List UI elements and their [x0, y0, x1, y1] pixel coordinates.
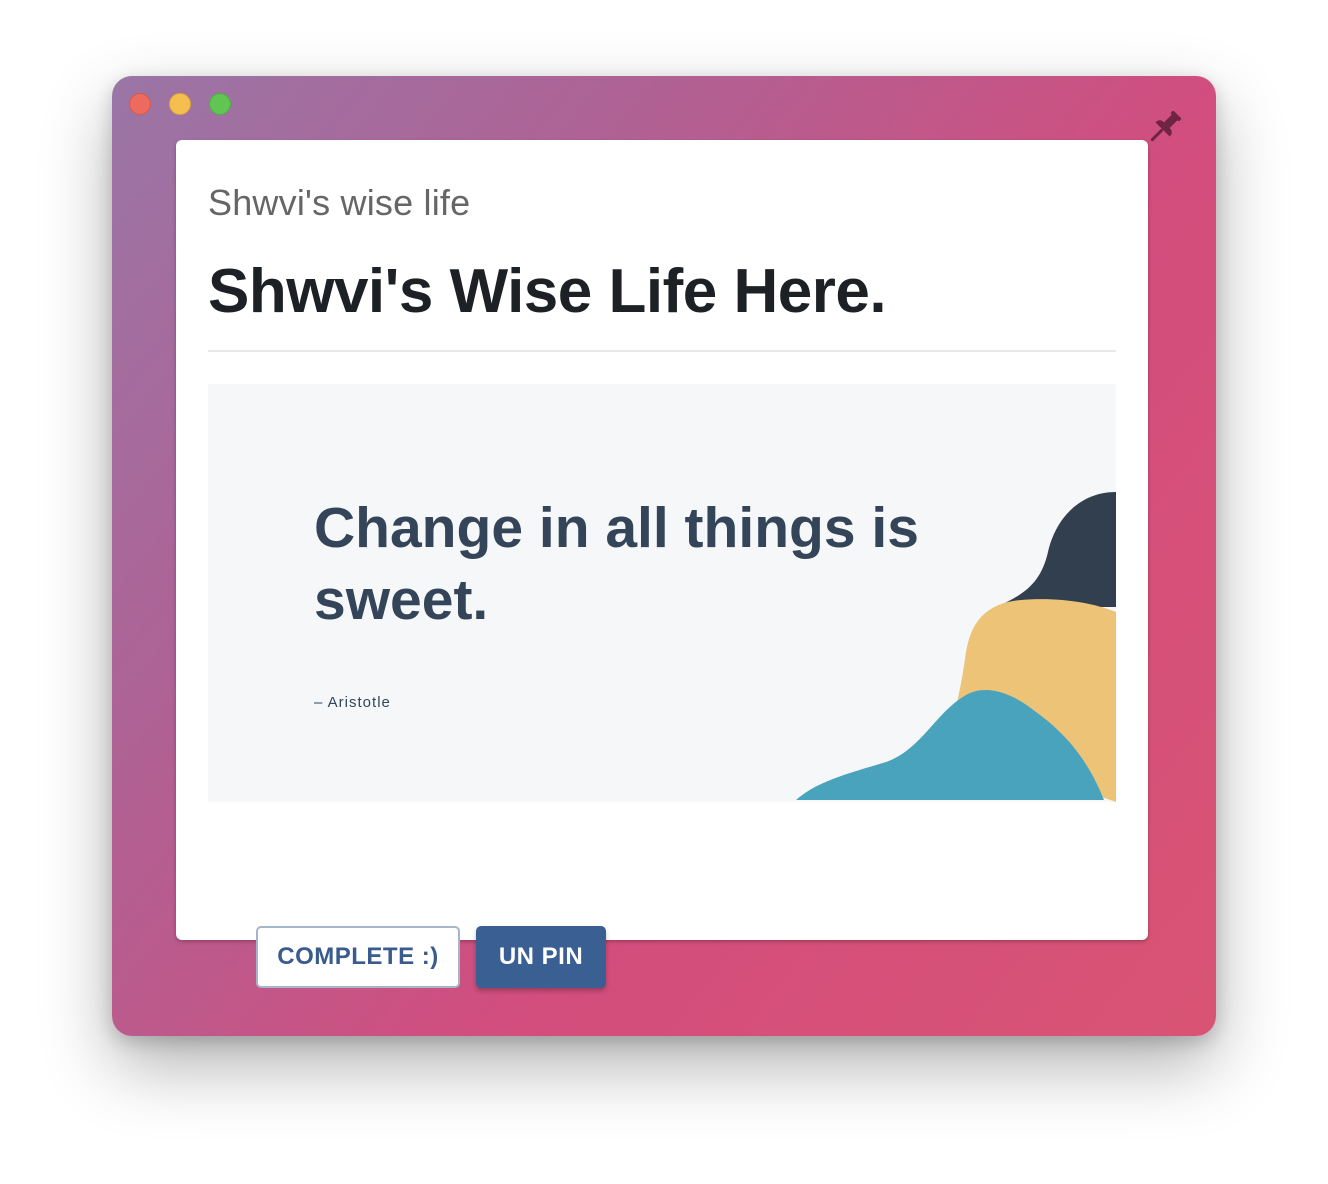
quote-image: Change in all things is sweet. – Aristot… [208, 384, 1116, 802]
pin-icon[interactable] [1142, 106, 1186, 150]
window-minimize-button[interactable] [169, 93, 191, 115]
unpin-button[interactable]: UN PIN [476, 926, 606, 988]
window-close-button[interactable] [129, 93, 151, 115]
decorative-blobs [796, 492, 1116, 802]
window-maximize-button[interactable] [209, 93, 231, 115]
complete-button[interactable]: COMPLETE :) [256, 926, 460, 988]
quote-author: – Aristotle [314, 694, 391, 711]
card-subtitle: Shwvi's wise life [208, 182, 471, 223]
divider [208, 350, 1116, 352]
quote-card: Shwvi's wise life Shwvi's Wise Life Here… [176, 140, 1148, 988]
app-window: Shwvi's wise life Shwvi's Wise Life Here… [112, 76, 1216, 1036]
card-title: Shwvi's Wise Life Here. [208, 257, 887, 326]
